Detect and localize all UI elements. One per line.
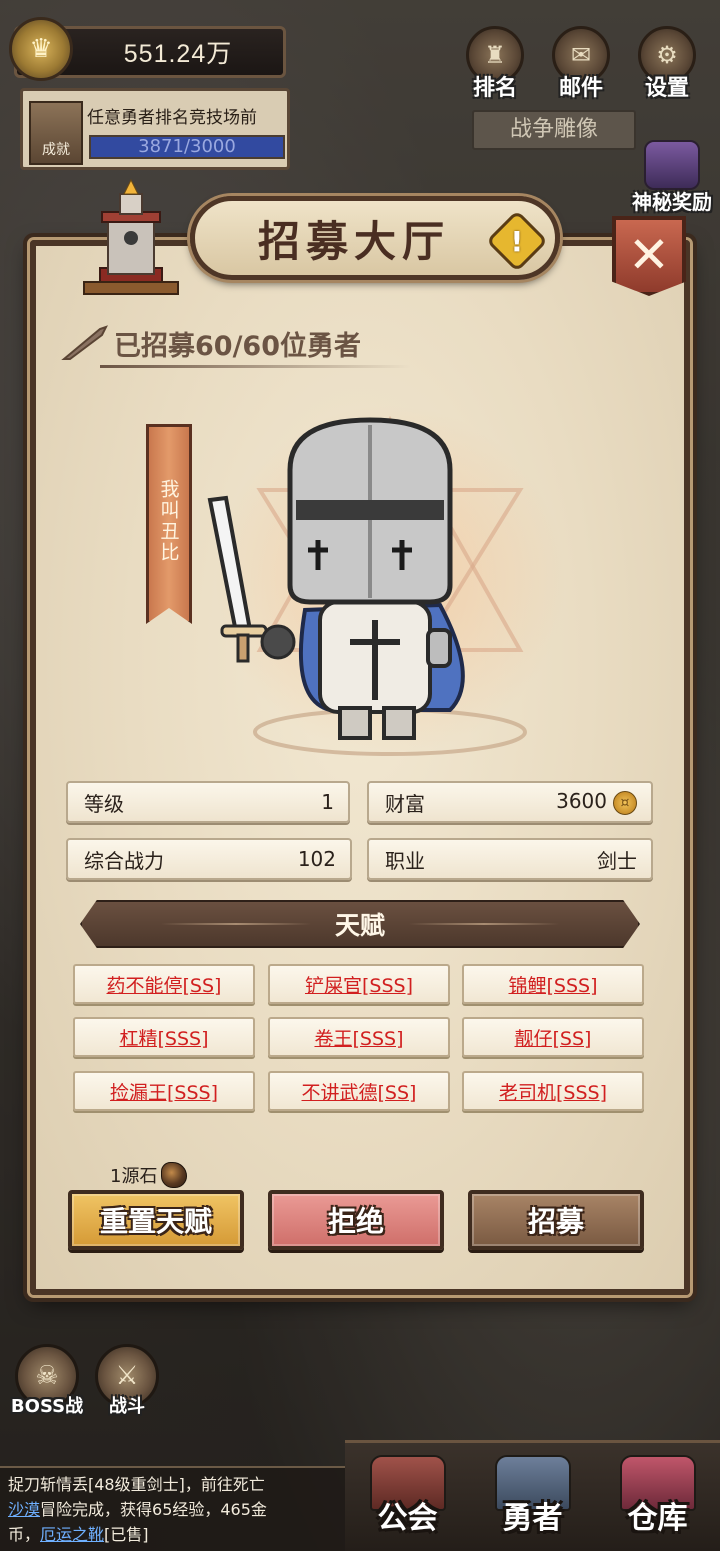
tab-heroes[interactable]: 勇者 [478,1447,588,1537]
talent-chip[interactable]: 药不能停[SS] [73,964,255,1004]
talent-chip[interactable]: 铲屎官[SSS] [268,964,450,1004]
recruit-button[interactable]: 招募 [468,1190,644,1250]
source-stone-icon [161,1162,188,1188]
quill-icon [61,325,108,360]
log-item-link[interactable]: 厄运之靴 [40,1525,104,1544]
achievement-badge-icon[interactable]: 成就 [29,101,83,165]
mystery-chest-icon [644,140,700,190]
panel-title-plate: 招募大厅 ! [190,196,560,280]
gold-coin-icon: ¤ [613,790,637,815]
hero-name-banner: 我叫丑比 [146,424,192,624]
quest-progress-bar: 3871/3000 [89,135,285,159]
recruited-count: 已招募60/60位勇者 [60,318,410,368]
info-icon[interactable]: ! [485,209,549,273]
hero-name: 我叫丑比 [157,479,180,563]
talent-chip[interactable]: 老司机[SSS] [462,1071,644,1111]
war-statue-button[interactable]: 战争雕像 [472,110,636,150]
mystery-reward-button[interactable]: 神秘奖励 [624,140,720,216]
hero-portrait [207,405,565,756]
talent-chip[interactable]: 杠精[SSS] [73,1017,255,1057]
ranking-button[interactable]: ♜ 排名 [460,24,530,102]
adventure-log: 捉刀斩情丢[48级重剑士]，前往死亡 沙漠冒险完成，获得65经验，465金 币，… [0,1466,345,1551]
reset-talent-button[interactable]: 重置天赋 [68,1190,244,1250]
reset-cost: 1源石 [110,1160,188,1190]
reject-button[interactable]: 拒绝 [268,1190,444,1250]
achievement-quest[interactable]: 成就 任意勇者排名竞技场前 3871/3000 [20,88,290,170]
close-button[interactable]: ✕ [612,216,686,296]
panel-title: 招募大厅 [257,216,450,266]
quest-text: 任意勇者排名竞技场前 [87,108,257,128]
tab-warehouse[interactable]: 仓库 [603,1447,713,1537]
tower-icon [83,178,179,295]
stat-combat-power: 综合战力 102 [66,838,352,880]
close-icon: ✕ [628,226,670,284]
talent-header: 天赋 [80,900,640,948]
talent-chip[interactable]: 靓仔[SS] [462,1017,644,1057]
battle-button[interactable]: ⚔ 战斗 [86,1344,168,1420]
talent-chip[interactable]: 不讲武德[SS] [268,1071,450,1111]
talent-chip[interactable]: 捡漏王[SSS] [73,1071,255,1111]
stat-class: 职业 剑士 [367,838,653,880]
boss-battle-button[interactable]: ☠ BOSS战 [6,1344,88,1420]
stat-level: 等级 1 [66,781,350,823]
log-place-link[interactable]: 沙漠 [8,1500,40,1519]
talent-chip[interactable]: 卷王[SSS] [268,1017,450,1057]
mail-button[interactable]: ✉ 邮件 [546,24,616,102]
talent-chip[interactable]: 锦鲤[SSS] [462,964,644,1004]
laurel-medal-icon: ♛ [9,17,73,81]
gold-amount: 551.24万 [123,40,233,68]
stat-wealth: 财富 3600 ¤ [367,781,653,823]
settings-button[interactable]: ⚙ 设置 [632,24,702,102]
gold-counter: ♛ 551.24万 [9,17,286,81]
tab-guild[interactable]: 公会 [353,1447,463,1537]
bottom-nav: 公会 勇者 仓库 [345,1440,720,1551]
